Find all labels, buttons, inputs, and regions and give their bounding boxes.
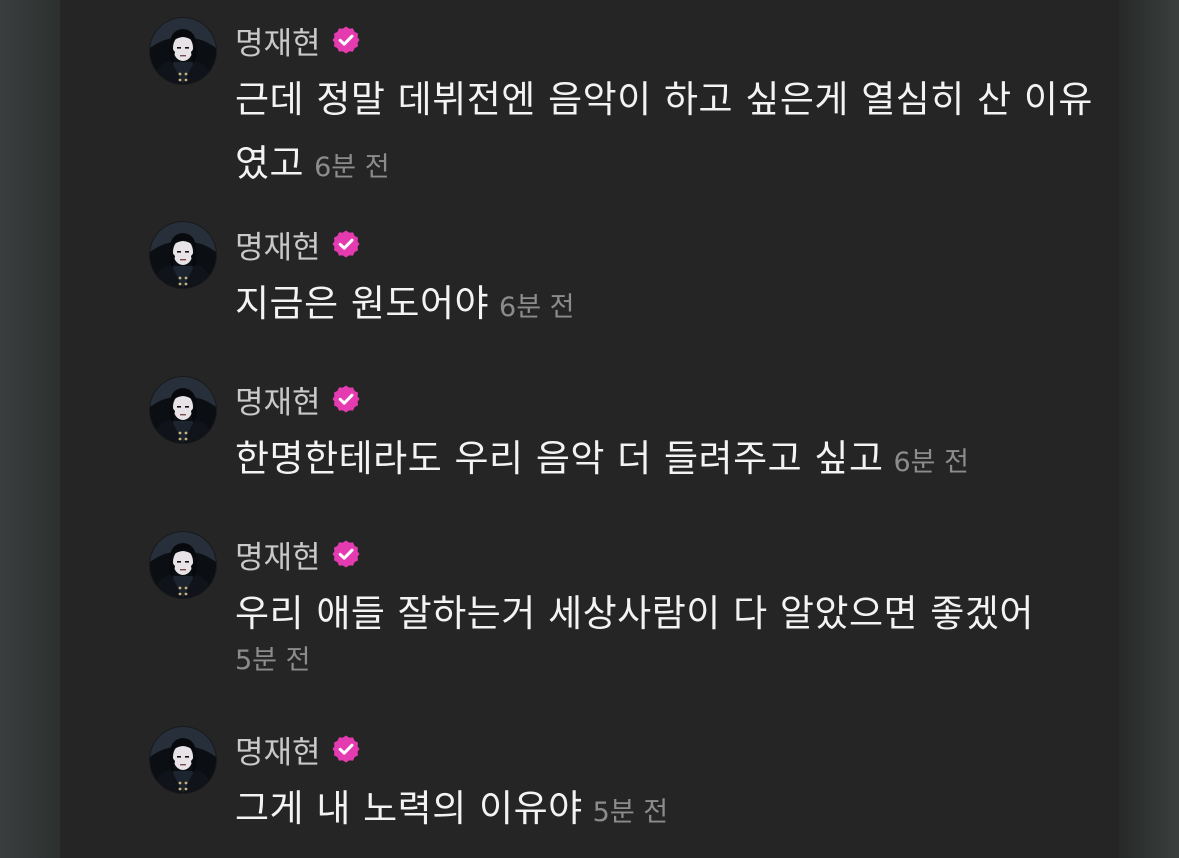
avatar[interactable] (150, 532, 216, 598)
avatar[interactable] (150, 727, 216, 793)
author-row: 명재현 (235, 727, 361, 772)
message-text: 우리 애들 잘하는거 세상사람이 다 알았으면 좋겠어 5분 전 (235, 582, 1105, 676)
message-body: 한명한테라도 우리 음악 더 들려주고 싶고 (235, 437, 884, 480)
author-row: 명재현 (235, 18, 361, 63)
author-name[interactable]: 명재현 (235, 727, 321, 772)
message-text: 근데 정말 데뷔전엔 음악이 하고 싶은게 열심히 산 이유 였고 6분 전 (235, 68, 1105, 200)
profile-photo-avatar-icon (150, 532, 216, 598)
author-row: 명재현 (235, 377, 361, 422)
profile-photo-avatar-icon (150, 727, 216, 793)
message-timestamp: 5분 전 (235, 645, 311, 676)
profile-photo-avatar-icon (150, 222, 216, 288)
avatar[interactable] (150, 222, 216, 288)
message-body: 지금은 원도어야 (235, 282, 490, 325)
author-name[interactable]: 명재현 (235, 18, 321, 63)
avatar[interactable] (150, 377, 216, 443)
author-row: 명재현 (235, 222, 361, 267)
message-timestamp: 6분 전 (893, 447, 969, 478)
avatar[interactable] (150, 18, 216, 84)
verified-badge-icon (331, 229, 361, 259)
message-body: 우리 애들 잘하는거 세상사람이 다 알았으면 좋겠어 (235, 592, 1034, 635)
author-name[interactable]: 명재현 (235, 532, 321, 577)
message-text: 그게 내 노력의 이유야 5분 전 (235, 777, 1105, 845)
message-timestamp: 6분 전 (314, 152, 390, 183)
verified-badge-icon (331, 539, 361, 569)
message-item: 명재현 지금은 원도어야 6분 전 (150, 222, 1110, 342)
message-timestamp: 5분 전 (592, 797, 669, 828)
author-name[interactable]: 명재현 (235, 377, 321, 422)
message-text: 지금은 원도어야 6분 전 (235, 272, 1105, 340)
chat-panel: 명재현 근데 정말 데뷔전엔 음악이 하고 싶은게 열심히 산 이유 였고 6분 … (60, 0, 1119, 858)
profile-photo-avatar-icon (150, 377, 216, 443)
message-timestamp: 6분 전 (499, 292, 575, 323)
verified-badge-icon (331, 734, 361, 764)
author-name[interactable]: 명재현 (235, 222, 321, 267)
verified-badge-icon (331, 384, 361, 414)
profile-photo-avatar-icon (150, 18, 216, 84)
author-row: 명재현 (235, 532, 361, 577)
message-item: 명재현 우리 애들 잘하는거 세상사람이 다 알았으면 좋겠어 5분 전 (150, 532, 1110, 692)
message-text: 한명한테라도 우리 음악 더 들려주고 싶고 6분 전 (235, 427, 1105, 495)
message-item: 명재현 한명한테라도 우리 음악 더 들려주고 싶고 6분 전 (150, 377, 1110, 497)
message-item: 명재현 근데 정말 데뷔전엔 음악이 하고 싶은게 열심히 산 이유 였고 6분 … (150, 18, 1110, 188)
message-item: 명재현 그게 내 노력의 이유야 5분 전 (150, 727, 1110, 847)
verified-badge-icon (331, 25, 361, 55)
message-body: 그게 내 노력의 이유야 (235, 787, 583, 830)
